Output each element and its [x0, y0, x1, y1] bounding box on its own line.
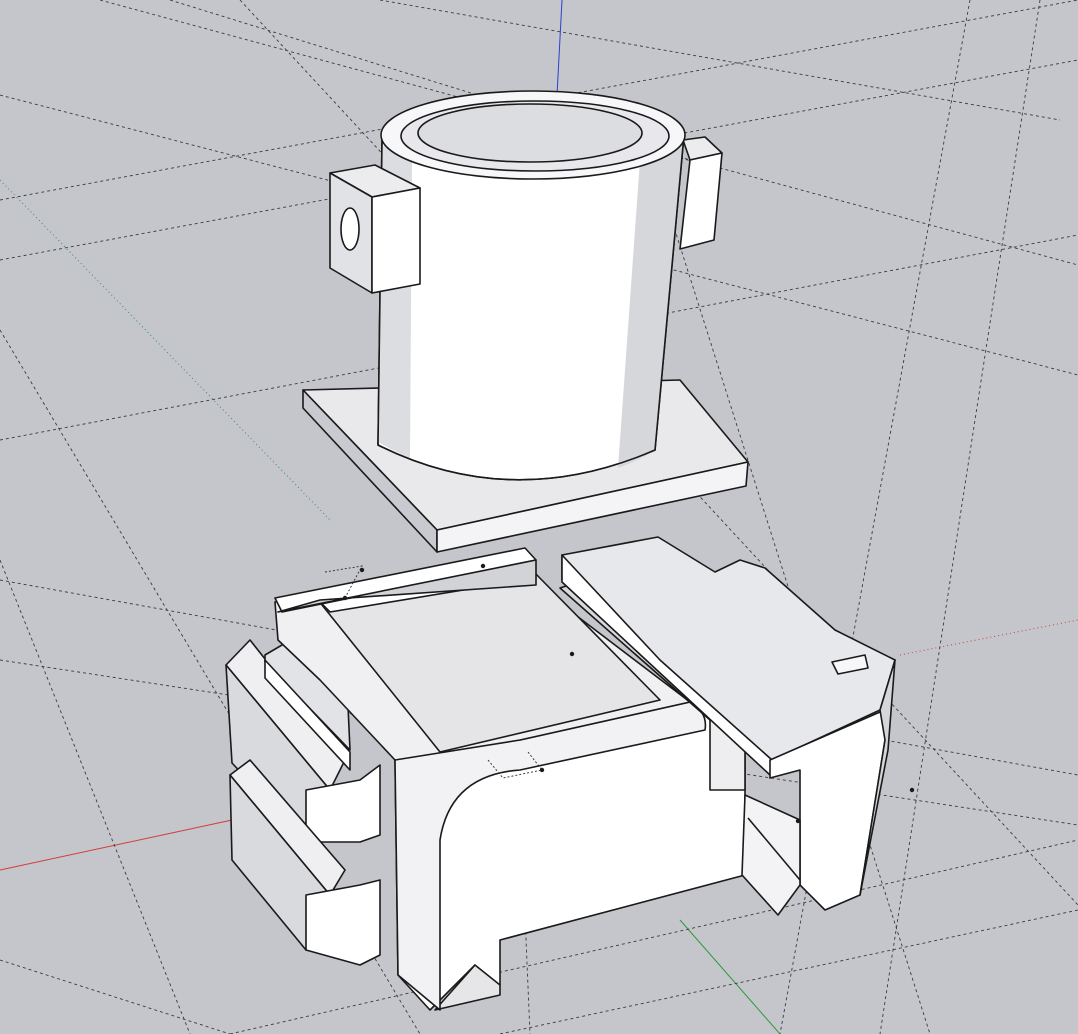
blue-axis [556, 0, 563, 96]
green-axis-dotted [0, 179, 331, 521]
left-block-lower-front [305, 879, 381, 966]
lug-hole [340, 207, 360, 251]
left-lug-front [371, 187, 421, 294]
clamp-groove [741, 794, 801, 916]
cylinder-cap [417, 103, 643, 163]
cylinder-housing[interactable] [302, 90, 749, 553]
right-lug-front [679, 152, 723, 250]
red-axis-dotted [899, 619, 1078, 656]
viewport-canvas[interactable] [0, 0, 1078, 1034]
red-axis [0, 819, 233, 871]
3d-model-viewport[interactable] [0, 0, 1078, 1034]
